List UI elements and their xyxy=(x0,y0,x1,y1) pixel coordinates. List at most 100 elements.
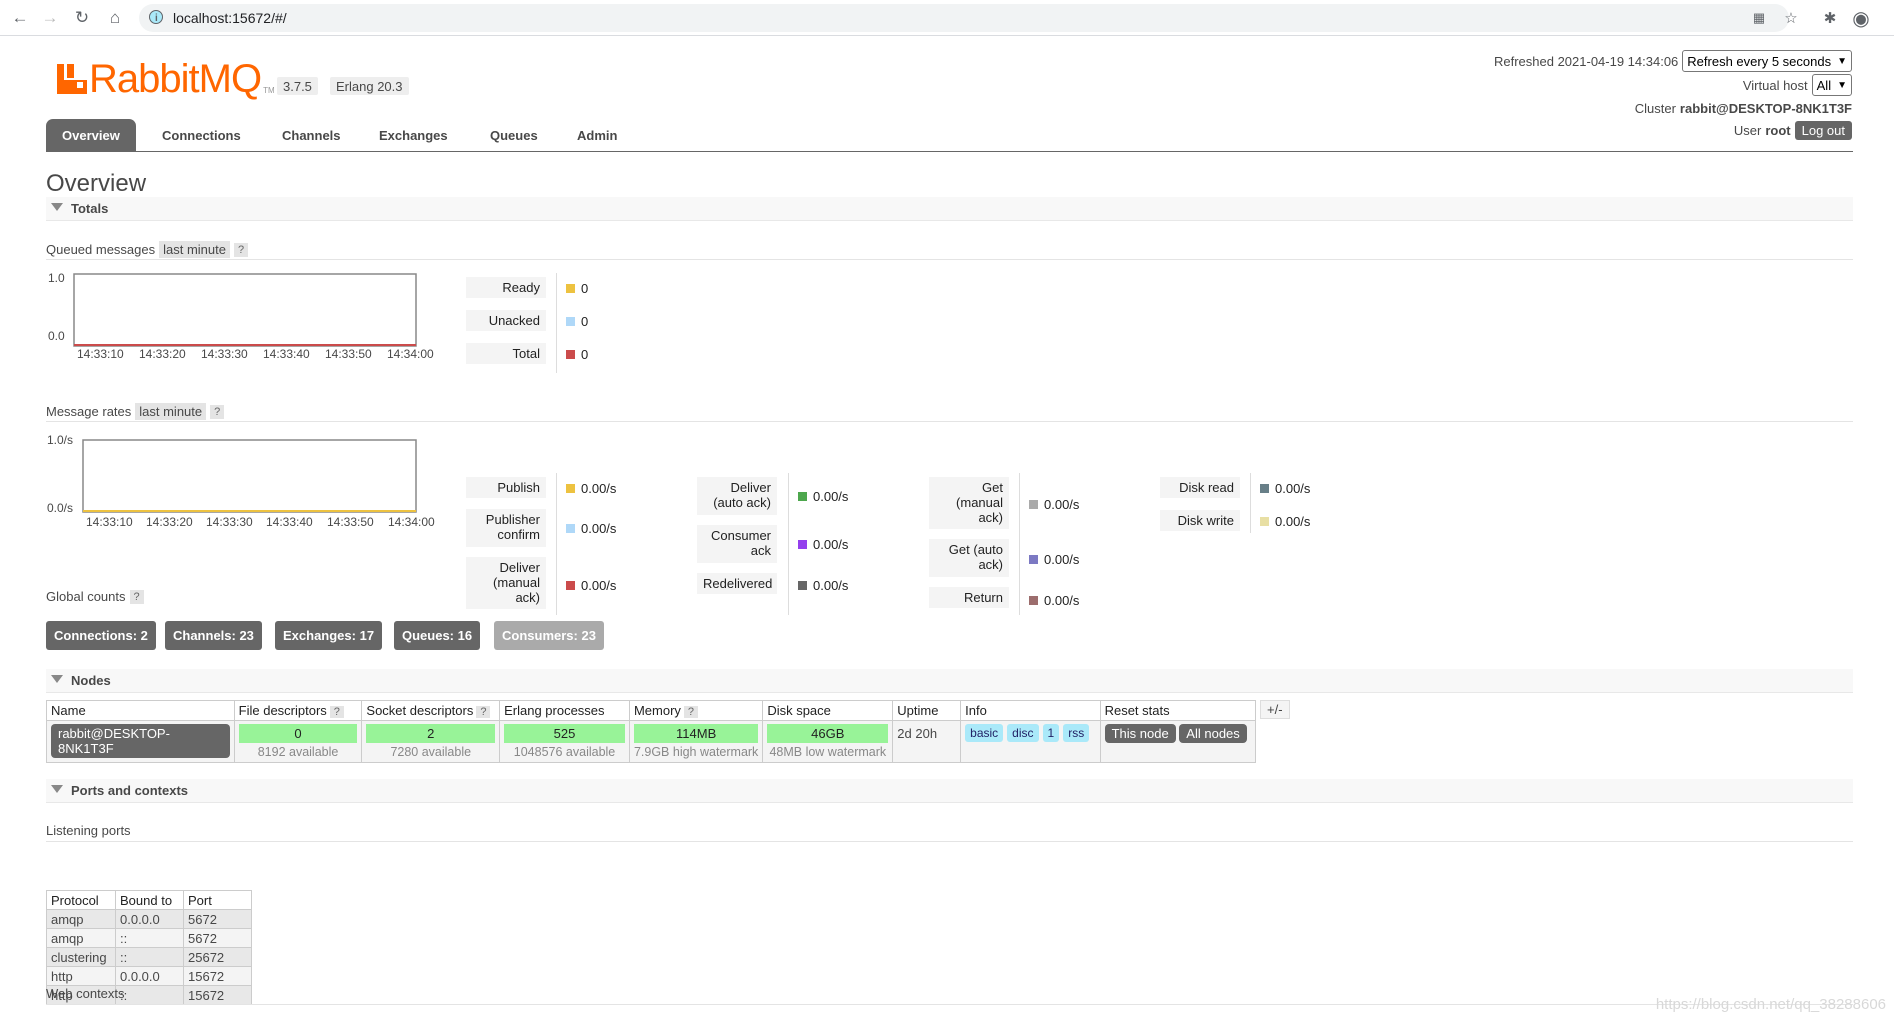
help-button[interactable]: ? xyxy=(329,706,344,718)
ports-section-header[interactable]: Ports and contexts xyxy=(46,779,1853,803)
get-manual-swatch xyxy=(1029,500,1038,509)
tab-overview[interactable]: Overview xyxy=(46,119,136,152)
rabbitmq-page: RabbitMQ TM 3.7.5 Erlang 20.3 Refreshed … xyxy=(0,37,1894,1015)
reset-this-node-button[interactable]: This node xyxy=(1104,724,1176,743)
forward-icon[interactable]: → xyxy=(38,6,62,30)
connections-count-button[interactable]: Connections: 2 xyxy=(46,621,156,650)
rabbitmq-logo[interactable]: RabbitMQ TM xyxy=(57,57,275,101)
col-memory: Memory? xyxy=(628,700,764,721)
collapse-triangle-icon xyxy=(51,675,63,683)
site-info-icon[interactable]: i xyxy=(149,10,163,24)
message-rates-chart: 1.0/s 0.0/s 14:33:10 14:33:20 14:33:30 1… xyxy=(46,433,456,529)
refreshed-label: Refreshed 2021-04-19 14:34:06 xyxy=(1493,53,1679,69)
web-contexts-label: Web contexts xyxy=(46,986,125,1001)
vhost-select[interactable]: All ▼ xyxy=(1811,74,1852,96)
message-rates-label: Message rates xyxy=(46,404,132,419)
vhost-select-value: All xyxy=(1816,77,1832,93)
address-bar[interactable]: i localhost:15672/#/ xyxy=(139,4,1789,32)
version-badge: 3.7.5 xyxy=(277,77,318,95)
rates-help-button[interactable]: ? xyxy=(210,404,225,419)
bookmark-star-icon[interactable]: ☆ xyxy=(1779,6,1803,30)
message-rates-heading: Message rates last minute ? xyxy=(46,403,225,420)
legend-disk-write-value: 0.00/s xyxy=(1260,514,1310,529)
y-axis-top-label: 1.0/s xyxy=(47,433,73,447)
columns-toggle-button[interactable]: +/- xyxy=(1260,700,1290,719)
consumers-count-button[interactable]: Consumers: 23 xyxy=(494,621,604,650)
legend-get-manual-label: Get (manual ack) xyxy=(929,477,1009,529)
global-counts-help-button[interactable]: ? xyxy=(129,589,144,604)
reset-all-nodes-button[interactable]: All nodes xyxy=(1179,724,1247,743)
memory-watermark: 7.9GB high watermark xyxy=(633,745,759,759)
legend-get-manual-value: 0.00/s xyxy=(1029,497,1079,512)
home-icon[interactable]: ⌂ xyxy=(103,6,127,30)
queued-help-button[interactable]: ? xyxy=(234,242,249,257)
legend-consumer-ack-value: 0.00/s xyxy=(798,537,848,552)
x-tick: 14:33:10 xyxy=(77,347,124,361)
x-tick: 14:33:20 xyxy=(139,347,186,361)
sockets-available: 7280 available xyxy=(390,745,472,759)
table-row: amqp 0.0.0.0 5672 xyxy=(46,909,252,929)
uptime-value: 2d 20h xyxy=(892,720,962,763)
queued-messages-label: Queued messages xyxy=(46,242,156,257)
watermark-text: https://blog.csdn.net/qq_38288606 xyxy=(1655,996,1886,1013)
chart-plot-area xyxy=(82,439,417,513)
table-row: rabbit@DESKTOP-8NK1T3F 0 8192 available 2… xyxy=(46,720,1257,763)
legend-publisher-confirm-label: Publisher confirm xyxy=(466,509,546,547)
tab-channels[interactable]: Channels xyxy=(266,119,357,152)
profile-icon[interactable]: ◉ xyxy=(1849,6,1873,30)
help-button[interactable]: ? xyxy=(476,706,491,718)
legend-redelivered-value: 0.00/s xyxy=(798,578,848,593)
chevron-down-icon: ▼ xyxy=(1837,79,1847,91)
browser-toolbar: ← → ↻ ⌂ i localhost:15672/#/ ▦ ☆ ✱ ◉ xyxy=(0,0,1894,36)
refresh-interval-select[interactable]: Refresh every 5 seconds ▼ xyxy=(1682,50,1852,72)
queued-range-selector[interactable]: last minute xyxy=(159,241,230,258)
chart-plot-area xyxy=(73,273,417,347)
tab-connections[interactable]: Connections xyxy=(146,119,257,152)
total-swatch xyxy=(566,350,575,359)
rates-range-selector[interactable]: last minute xyxy=(135,403,207,420)
logo-trademark: TM xyxy=(263,85,275,95)
legend-get-auto-label: Get (auto ack) xyxy=(929,539,1009,577)
info-badge-disc: disc xyxy=(1007,724,1039,742)
col-erlang-processes: Erlang processes xyxy=(499,700,630,721)
deliver-manual-swatch xyxy=(566,581,575,590)
col-name: Name xyxy=(46,700,235,721)
help-button[interactable]: ? xyxy=(683,706,699,718)
qr-code-icon[interactable]: ▦ xyxy=(1747,6,1771,30)
tab-admin[interactable]: Admin xyxy=(561,119,633,152)
listening-ports-label: Listening ports xyxy=(46,823,131,838)
get-auto-swatch xyxy=(1029,555,1038,564)
nodes-section-header[interactable]: Nodes xyxy=(46,669,1853,693)
totals-title: Totals xyxy=(71,201,109,216)
col-bound-to: Bound to xyxy=(115,890,184,910)
reload-icon[interactable]: ↻ xyxy=(70,6,94,30)
sockets-bar: 2 xyxy=(366,724,496,743)
channels-count-button[interactable]: Channels: 23 xyxy=(165,621,262,650)
col-socket-descriptors: Socket descriptors? xyxy=(361,700,501,721)
back-icon[interactable]: ← xyxy=(8,6,32,30)
legend-return-value: 0.00/s xyxy=(1029,593,1079,608)
extensions-icon[interactable]: ✱ xyxy=(1818,6,1842,30)
table-row: clustering:: 25672 xyxy=(46,947,252,967)
exchanges-count-button[interactable]: Exchanges: 17 xyxy=(275,621,383,650)
tab-queues[interactable]: Queues xyxy=(474,119,554,152)
tab-exchanges[interactable]: Exchanges xyxy=(363,119,464,152)
x-tick: 14:34:00 xyxy=(387,347,434,361)
y-axis-top-label: 1.0 xyxy=(48,271,65,285)
queues-count-button[interactable]: Queues: 16 xyxy=(394,621,481,650)
legend-total-label: Total xyxy=(466,343,546,364)
url-text[interactable]: localhost:15672/#/ xyxy=(173,10,287,26)
disk-watermark: 48MB low watermark xyxy=(769,745,887,759)
legend-unacked-label: Unacked xyxy=(466,310,546,331)
nodes-title: Nodes xyxy=(71,673,111,688)
x-tick: 14:34:00 xyxy=(388,515,435,529)
legend-total-value: 0 xyxy=(566,347,588,362)
legend-get-auto-value: 0.00/s xyxy=(1029,552,1079,567)
x-tick: 14:33:50 xyxy=(325,347,372,361)
col-port: Port xyxy=(183,890,252,910)
totals-section-header[interactable]: Totals xyxy=(46,197,1853,221)
vhost-label: Virtual host xyxy=(1742,77,1808,93)
node-name-link[interactable]: rabbit@DESKTOP-8NK1T3F xyxy=(51,724,230,758)
refresh-select-value: Refresh every 5 seconds xyxy=(1687,53,1832,69)
disk-write-swatch xyxy=(1260,517,1269,526)
